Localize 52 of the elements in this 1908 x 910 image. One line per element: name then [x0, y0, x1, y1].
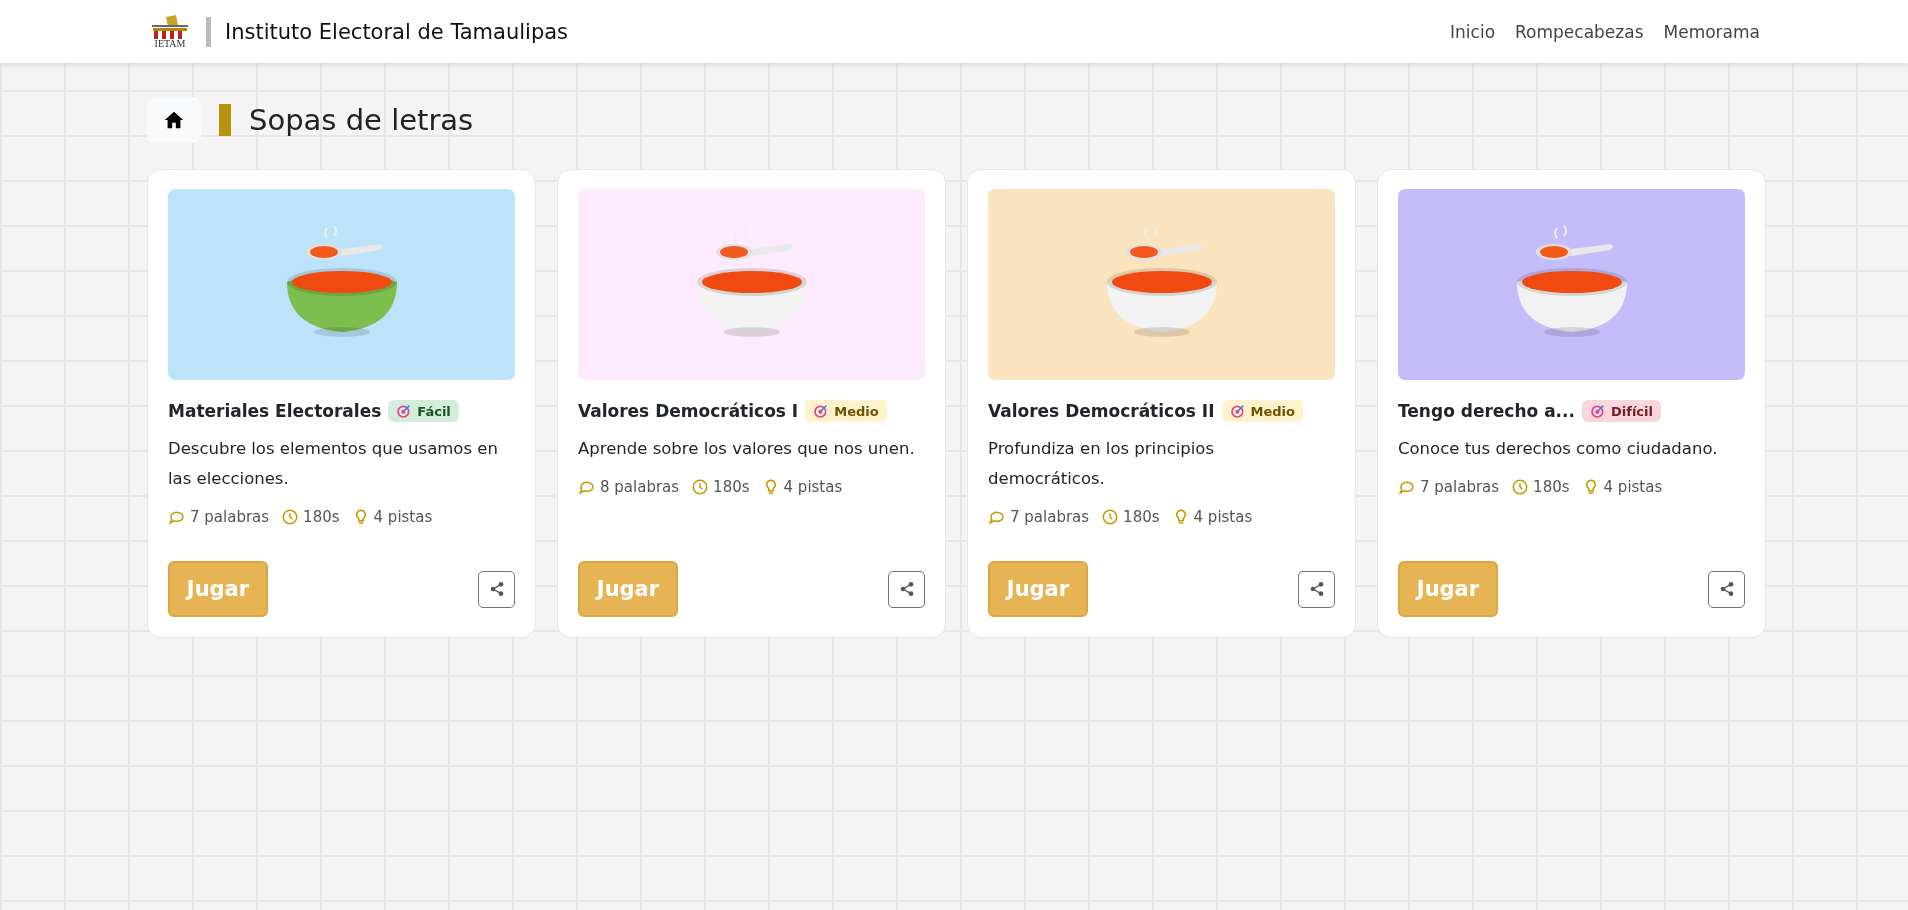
meta-text: 4 pistas [1603, 478, 1663, 496]
difficulty-label: Difícil [1611, 403, 1653, 419]
share-icon [488, 581, 505, 597]
clock-icon [1511, 478, 1530, 496]
target-icon [813, 403, 830, 419]
card-title: Valores Democráticos II [988, 401, 1215, 421]
card-description: Aprende sobre los valores que nos unen. [578, 438, 916, 460]
meta-text: 8 palabras [600, 478, 680, 496]
card-description: Profundiza en los principios democráticos. [988, 438, 1216, 490]
meta-text: 4 pistas [1193, 508, 1253, 526]
page-title: Sopas de letras [249, 103, 474, 137]
meta-text: 7 palabras [190, 508, 270, 526]
meta-text: 4 pistas [373, 508, 433, 526]
home-icon [163, 109, 185, 131]
meta-text: 180s [713, 478, 750, 496]
ballot-logo-icon [150, 14, 190, 39]
card-title: Materiales Electorales [168, 401, 382, 421]
share-icon [1718, 581, 1735, 597]
meta-text: 7 palabras [1420, 478, 1500, 496]
difficulty-label: Medio [1250, 403, 1295, 419]
meta-text: 7 palabras [1010, 508, 1090, 526]
card-title: Valores Democráticos I [578, 401, 799, 421]
card-description: Conoce tus derechos como ciudadano. [1398, 438, 1719, 460]
difficulty-label: Medio [834, 403, 879, 419]
share-button[interactable] [478, 570, 515, 608]
meta-text: 180s [1533, 478, 1570, 496]
target-icon [1229, 403, 1246, 419]
logo-text: IETAM [154, 38, 186, 49]
share-button[interactable] [1708, 570, 1745, 608]
accent-bar [219, 104, 231, 136]
share-icon [898, 581, 915, 597]
target-icon [396, 403, 413, 419]
meta-text: 180s [1123, 508, 1160, 526]
nav-link[interactable]: Rompecabezas [1515, 21, 1644, 42]
ietam-logo[interactable]: IETAM [148, 14, 192, 49]
nav-link[interactable]: Inicio [1450, 21, 1496, 42]
site-title: Instituto Electoral de Tamaulipas [225, 19, 569, 44]
clock-icon [281, 508, 300, 526]
meta-text: 4 pistas [783, 478, 843, 496]
accent-bar [206, 16, 211, 47]
share-icon [1308, 581, 1325, 597]
target-icon [1590, 403, 1606, 419]
home-button[interactable] [147, 97, 201, 143]
share-button[interactable] [1298, 570, 1335, 608]
meta-text: 180s [303, 508, 340, 526]
card-description: Descubre los elementos que usamos en las elecciones. [168, 438, 499, 490]
share-button[interactable] [888, 570, 925, 608]
clock-icon [1101, 508, 1120, 526]
difficulty-label: Fácil [417, 403, 451, 419]
card-title: Tengo derecho a... [1398, 401, 1575, 421]
nav-link[interactable]: Memorama [1663, 21, 1760, 42]
clock-icon [691, 478, 710, 496]
